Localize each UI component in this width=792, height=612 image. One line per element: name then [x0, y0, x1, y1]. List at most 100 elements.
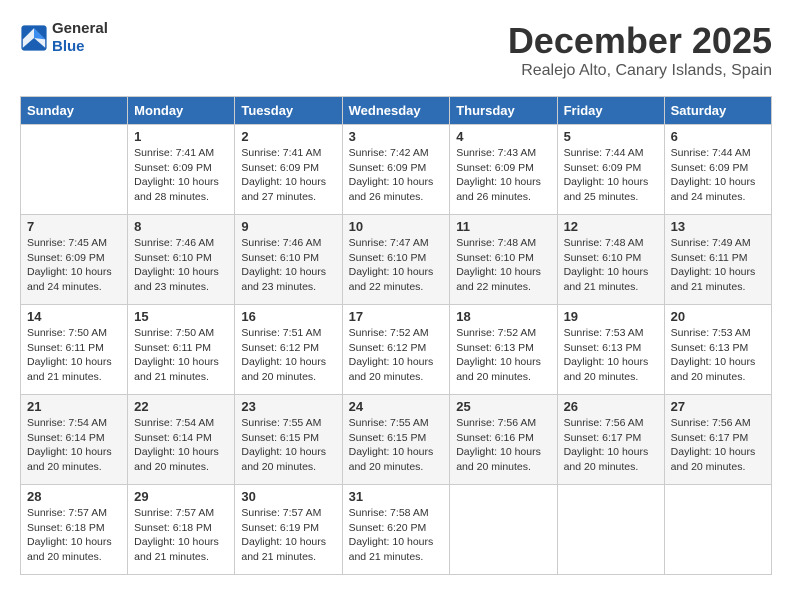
day-number: 9 [241, 219, 335, 234]
day-number: 30 [241, 489, 335, 504]
day-info: Sunrise: 7:49 AM Sunset: 6:11 PM Dayligh… [671, 236, 765, 295]
day-info: Sunrise: 7:56 AM Sunset: 6:16 PM Dayligh… [456, 416, 550, 475]
week-row-3: 14 Sunrise: 7:50 AM Sunset: 6:11 PM Dayli… [21, 305, 772, 395]
logo-icon [20, 24, 48, 52]
day-cell: 28 Sunrise: 7:57 AM Sunset: 6:18 PM Dayli… [21, 485, 128, 575]
day-number: 26 [564, 399, 658, 414]
day-info: Sunrise: 7:57 AM Sunset: 6:18 PM Dayligh… [134, 506, 228, 565]
top-bar: General Blue December 2025 Realejo Alto,… [20, 20, 772, 88]
calendar-table: SundayMondayTuesdayWednesdayThursdayFrid… [20, 96, 772, 575]
day-info: Sunrise: 7:50 AM Sunset: 6:11 PM Dayligh… [134, 326, 228, 385]
day-number: 1 [134, 129, 228, 144]
day-number: 5 [564, 129, 658, 144]
day-cell: 24 Sunrise: 7:55 AM Sunset: 6:15 PM Dayli… [342, 395, 450, 485]
day-number: 28 [27, 489, 121, 504]
day-info: Sunrise: 7:43 AM Sunset: 6:09 PM Dayligh… [456, 146, 550, 205]
day-number: 29 [134, 489, 228, 504]
day-cell: 11 Sunrise: 7:48 AM Sunset: 6:10 PM Dayli… [450, 215, 557, 305]
day-cell: 5 Sunrise: 7:44 AM Sunset: 6:09 PM Daylig… [557, 125, 664, 215]
day-info: Sunrise: 7:53 AM Sunset: 6:13 PM Dayligh… [564, 326, 658, 385]
day-number: 13 [671, 219, 765, 234]
day-info: Sunrise: 7:54 AM Sunset: 6:14 PM Dayligh… [27, 416, 121, 475]
day-info: Sunrise: 7:50 AM Sunset: 6:11 PM Dayligh… [27, 326, 121, 385]
day-cell: 22 Sunrise: 7:54 AM Sunset: 6:14 PM Dayli… [128, 395, 235, 485]
day-number: 25 [456, 399, 550, 414]
day-number: 22 [134, 399, 228, 414]
day-info: Sunrise: 7:57 AM Sunset: 6:18 PM Dayligh… [27, 506, 121, 565]
day-cell: 12Sunrise: 7:48 AM Sunset: 6:10 PM Dayli… [557, 215, 664, 305]
day-number: 3 [349, 129, 444, 144]
day-info: Sunrise: 7:54 AM Sunset: 6:14 PM Dayligh… [134, 416, 228, 475]
location-subtitle: Realejo Alto, Canary Islands, Spain [508, 62, 772, 80]
day-number: 23 [241, 399, 335, 414]
day-number: 19 [564, 309, 658, 324]
day-cell: 27 Sunrise: 7:56 AM Sunset: 6:17 PM Dayli… [664, 395, 771, 485]
weekday-header-saturday: Saturday [664, 97, 771, 125]
day-number: 17 [349, 309, 444, 324]
day-cell: 20 Sunrise: 7:53 AM Sunset: 6:13 PM Dayli… [664, 305, 771, 395]
day-cell [557, 485, 664, 575]
day-number: 31 [349, 489, 444, 504]
day-cell: 4 Sunrise: 7:43 AM Sunset: 6:09 PM Daylig… [450, 125, 557, 215]
day-cell: 7 Sunrise: 7:45 AM Sunset: 6:09 PM Daylig… [21, 215, 128, 305]
day-info: Sunrise: 7:44 AM Sunset: 6:09 PM Dayligh… [564, 146, 658, 205]
day-number: 21 [27, 399, 121, 414]
day-cell: 3Sunrise: 7:42 AM Sunset: 6:09 PM Daylig… [342, 125, 450, 215]
day-number: 11 [456, 219, 550, 234]
day-info: Sunrise: 7:56 AM Sunset: 6:17 PM Dayligh… [671, 416, 765, 475]
day-cell: 13 Sunrise: 7:49 AM Sunset: 6:11 PM Dayli… [664, 215, 771, 305]
day-info: Sunrise: 7:57 AM Sunset: 6:19 PM Dayligh… [241, 506, 335, 565]
weekday-header-wednesday: Wednesday [342, 97, 450, 125]
day-cell: 2Sunrise: 7:41 AM Sunset: 6:09 PM Daylig… [235, 125, 342, 215]
day-info: Sunrise: 7:58 AM Sunset: 6:20 PM Dayligh… [349, 506, 444, 565]
week-row-2: 7 Sunrise: 7:45 AM Sunset: 6:09 PM Daylig… [21, 215, 772, 305]
day-info: Sunrise: 7:48 AM Sunset: 6:10 PM Dayligh… [456, 236, 550, 295]
weekday-header-row: SundayMondayTuesdayWednesdayThursdayFrid… [21, 97, 772, 125]
day-info: Sunrise: 7:52 AM Sunset: 6:13 PM Dayligh… [456, 326, 550, 385]
day-number: 8 [134, 219, 228, 234]
week-row-5: 28 Sunrise: 7:57 AM Sunset: 6:18 PM Dayli… [21, 485, 772, 575]
day-number: 6 [671, 129, 765, 144]
day-info: Sunrise: 7:45 AM Sunset: 6:09 PM Dayligh… [27, 236, 121, 295]
day-cell: 30 Sunrise: 7:57 AM Sunset: 6:19 PM Dayli… [235, 485, 342, 575]
day-info: Sunrise: 7:56 AM Sunset: 6:17 PM Dayligh… [564, 416, 658, 475]
title-section: December 2025 Realejo Alto, Canary Islan… [508, 20, 772, 80]
day-number: 24 [349, 399, 444, 414]
day-number: 20 [671, 309, 765, 324]
day-number: 10 [349, 219, 444, 234]
day-info: Sunrise: 7:47 AM Sunset: 6:10 PM Dayligh… [349, 236, 444, 295]
day-info: Sunrise: 7:51 AM Sunset: 6:12 PM Dayligh… [241, 326, 335, 385]
day-cell: 17Sunrise: 7:52 AM Sunset: 6:12 PM Dayli… [342, 305, 450, 395]
day-info: Sunrise: 7:48 AM Sunset: 6:10 PM Dayligh… [564, 236, 658, 295]
day-cell: 6Sunrise: 7:44 AM Sunset: 6:09 PM Daylig… [664, 125, 771, 215]
week-row-1: 1 Sunrise: 7:41 AM Sunset: 6:09 PM Daylig… [21, 125, 772, 215]
day-info: Sunrise: 7:41 AM Sunset: 6:09 PM Dayligh… [134, 146, 228, 205]
day-number: 4 [456, 129, 550, 144]
day-cell: 10 Sunrise: 7:47 AM Sunset: 6:10 PM Dayli… [342, 215, 450, 305]
day-cell: 25 Sunrise: 7:56 AM Sunset: 6:16 PM Dayli… [450, 395, 557, 485]
weekday-header-tuesday: Tuesday [235, 97, 342, 125]
day-cell: 8 Sunrise: 7:46 AM Sunset: 6:10 PM Daylig… [128, 215, 235, 305]
day-cell: 31 Sunrise: 7:58 AM Sunset: 6:20 PM Dayli… [342, 485, 450, 575]
day-number: 14 [27, 309, 121, 324]
day-cell: 14 Sunrise: 7:50 AM Sunset: 6:11 PM Dayli… [21, 305, 128, 395]
day-cell: 26 Sunrise: 7:56 AM Sunset: 6:17 PM Dayli… [557, 395, 664, 485]
day-cell: 29 Sunrise: 7:57 AM Sunset: 6:18 PM Dayli… [128, 485, 235, 575]
day-cell: 9 Sunrise: 7:46 AM Sunset: 6:10 PM Daylig… [235, 215, 342, 305]
logo-text: General Blue [52, 20, 108, 56]
day-cell: 19 Sunrise: 7:53 AM Sunset: 6:13 PM Dayli… [557, 305, 664, 395]
month-title: December 2025 [508, 20, 772, 62]
day-number: 7 [27, 219, 121, 234]
day-cell: 15 Sunrise: 7:50 AM Sunset: 6:11 PM Dayli… [128, 305, 235, 395]
day-info: Sunrise: 7:46 AM Sunset: 6:10 PM Dayligh… [134, 236, 228, 295]
day-info: Sunrise: 7:46 AM Sunset: 6:10 PM Dayligh… [241, 236, 335, 295]
day-info: Sunrise: 7:55 AM Sunset: 6:15 PM Dayligh… [349, 416, 444, 475]
day-info: Sunrise: 7:53 AM Sunset: 6:13 PM Dayligh… [671, 326, 765, 385]
day-cell: 1 Sunrise: 7:41 AM Sunset: 6:09 PM Daylig… [128, 125, 235, 215]
day-number: 2 [241, 129, 335, 144]
day-number: 15 [134, 309, 228, 324]
day-number: 16 [241, 309, 335, 324]
weekday-header-friday: Friday [557, 97, 664, 125]
day-number: 27 [671, 399, 765, 414]
day-info: Sunrise: 7:55 AM Sunset: 6:15 PM Dayligh… [241, 416, 335, 475]
